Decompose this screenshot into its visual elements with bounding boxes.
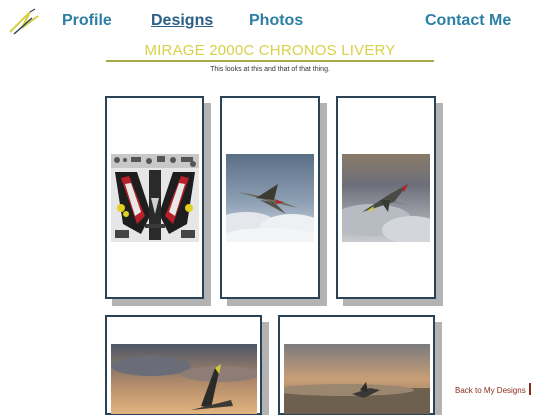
- nav-designs[interactable]: Designs: [151, 12, 213, 30]
- jet-landscape-image-2: [284, 344, 430, 414]
- title-divider: [106, 60, 434, 62]
- gallery-card-landscape-1[interactable]: [105, 315, 262, 415]
- page-title: MIRAGE 2000C CHRONOS LIVERY: [144, 42, 396, 59]
- jet-landscape-image-1: [111, 344, 257, 414]
- nav-photos[interactable]: Photos: [249, 12, 303, 30]
- back-to-designs-link[interactable]: Back to My Designs: [455, 386, 526, 395]
- nav-contact[interactable]: Contact Me: [425, 12, 511, 30]
- jet-sunset-image: [342, 154, 430, 242]
- back-link-accent: [529, 383, 531, 395]
- gallery-card-landscape-2[interactable]: [278, 315, 435, 415]
- jet-clouds-image: [226, 154, 314, 242]
- gallery-card-flight[interactable]: [220, 96, 320, 299]
- gallery-card-livery[interactable]: [105, 96, 204, 299]
- livery-texture-image: [111, 154, 199, 242]
- nav-profile[interactable]: Profile: [62, 12, 112, 30]
- gallery-card-sunset-flight[interactable]: [336, 96, 436, 299]
- main-nav: Profile Designs Photos Contact Me: [0, 12, 540, 34]
- page-subtitle: This looks at this and that of that thin…: [210, 66, 330, 73]
